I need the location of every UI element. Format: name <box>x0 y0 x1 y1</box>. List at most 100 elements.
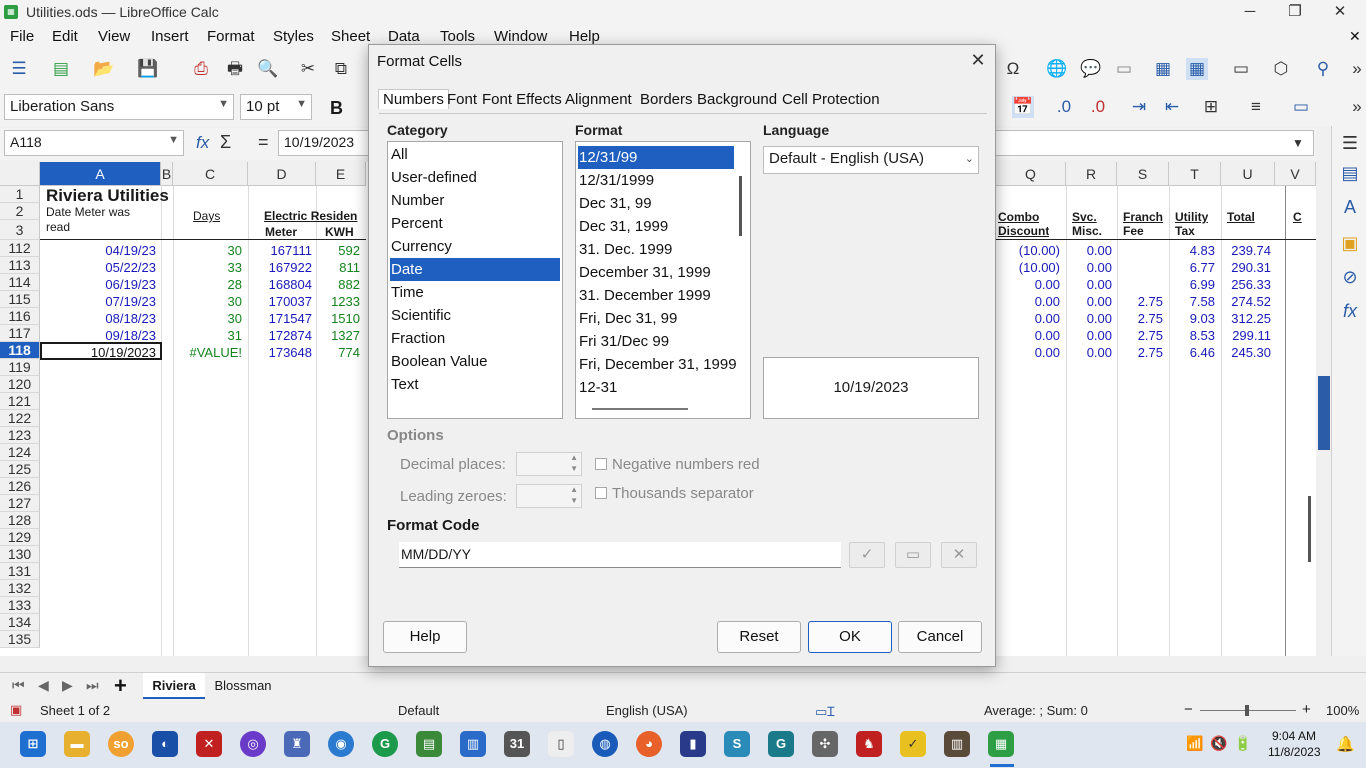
sidebar-toggle-icon[interactable]: ☰ <box>8 58 30 80</box>
cell-a[interactable]: 08/18/23 <box>46 310 156 327</box>
thousands-separator-checkbox[interactable] <box>595 487 607 499</box>
row-header[interactable]: 125 <box>0 461 40 478</box>
decimal-places-spinner[interactable]: ▲ ▼ <box>516 452 582 476</box>
row-header[interactable]: 112 <box>0 240 40 257</box>
sidebar-collapse-handle[interactable] <box>1318 376 1330 450</box>
menu-sheet[interactable]: Sheet <box>331 28 370 45</box>
zoom-slider-thumb[interactable] <box>1245 705 1249 716</box>
cell-d[interactable]: 167111 <box>250 242 312 259</box>
cell-q[interactable]: 0.00 <box>998 327 1060 344</box>
export-pdf-icon[interactable]: ⎙ <box>190 58 212 80</box>
app-dragon-icon[interactable]: ♞ <box>856 731 882 757</box>
cell-a[interactable]: 06/19/23 <box>46 276 156 293</box>
help-button[interactable]: Help <box>383 621 467 653</box>
cell-a[interactable]: 05/22/23 <box>46 259 156 276</box>
wifi-icon[interactable]: 📶 <box>1186 735 1203 752</box>
tab-riviera[interactable]: Riviera <box>143 673 205 699</box>
volume-muted-icon[interactable]: 🔇 <box>1210 735 1227 752</box>
format-item[interactable]: Dec 31, 99 <box>578 192 738 215</box>
cell-c[interactable]: 33 <box>176 259 242 276</box>
show-draw-functions-icon[interactable]: ⬡ <box>1270 58 1292 80</box>
cell-r[interactable]: 0.00 <box>1068 259 1112 276</box>
category-item[interactable]: All <box>390 143 560 166</box>
row-header[interactable]: 127 <box>0 495 40 512</box>
border-color-icon[interactable]: ▭ <box>1290 96 1312 118</box>
cell-q[interactable]: 0.00 <box>998 344 1060 361</box>
category-item[interactable]: Percent <box>390 212 560 235</box>
column-header-q[interactable]: Q <box>996 162 1066 186</box>
row-header[interactable]: 116 <box>0 308 40 325</box>
app-teams-icon[interactable]: G <box>768 731 794 757</box>
category-item[interactable]: Text <box>390 373 560 396</box>
open-folder-icon[interactable]: 📂 <box>93 58 115 80</box>
app-badge-icon[interactable]: ♜ <box>284 731 310 757</box>
format-item[interactable]: Dec 31, 1999 <box>578 215 738 238</box>
row-header[interactable]: 124 <box>0 444 40 461</box>
app-book-icon[interactable]: ▮ <box>680 731 706 757</box>
name-box[interactable]: A118 ▼ <box>4 130 184 156</box>
row-header[interactable]: 129 <box>0 529 40 546</box>
row-header[interactable]: 128 <box>0 512 40 529</box>
menu-window[interactable]: Window <box>494 28 547 45</box>
cell-t[interactable]: 8.53 <box>1171 327 1215 344</box>
column-header-b[interactable]: B <box>161 162 173 186</box>
tab-alignment[interactable]: Alignment <box>565 91 632 108</box>
tab-background[interactable]: Background <box>697 91 777 108</box>
menu-view[interactable]: View <box>98 28 130 45</box>
menu-tools[interactable]: Tools <box>440 28 475 45</box>
cell-q[interactable]: 0.00 <box>998 276 1060 293</box>
row-header[interactable]: 117 <box>0 325 40 342</box>
app-purple-icon[interactable]: ◎ <box>240 731 266 757</box>
dialog-close-button[interactable]: ✕ <box>967 49 989 71</box>
column-header-d[interactable]: D <box>248 162 316 186</box>
selection-mode-icon[interactable]: ▭Ɪ <box>815 702 835 720</box>
cell-e[interactable]: 811 <box>318 259 360 276</box>
cell-s[interactable] <box>1119 259 1163 276</box>
cell-s[interactable]: 2.75 <box>1119 327 1163 344</box>
app-rings-icon[interactable]: ◐ <box>152 731 178 757</box>
tab-font-effects[interactable]: Font Effects <box>482 91 562 108</box>
cell-s[interactable] <box>1119 242 1163 259</box>
cell-d[interactable]: 172874 <box>250 327 312 344</box>
cell-e[interactable]: 882 <box>318 276 360 293</box>
column-header-v[interactable]: V <box>1275 162 1316 186</box>
libreoffice-calc-taskbar-icon[interactable]: ▦ <box>988 731 1014 757</box>
spinner-up-icon[interactable]: ▲ <box>570 485 578 494</box>
bold-button[interactable]: B <box>330 98 343 119</box>
format-list-hscrollbar-thumb[interactable] <box>592 408 688 410</box>
border-style-icon[interactable]: ≡ <box>1245 96 1267 118</box>
cell-t[interactable]: 7.58 <box>1171 293 1215 310</box>
cell-d[interactable]: 171547 <box>250 310 312 327</box>
format-item[interactable]: Fri, Dec 31, 99 <box>578 307 738 330</box>
cell-u[interactable]: 312.25 <box>1223 310 1271 327</box>
add-decimal-icon[interactable]: .0 <box>1053 96 1075 118</box>
tab-numbers[interactable]: Numbers <box>378 89 449 109</box>
next-sheet-icon[interactable]: ▶ <box>62 677 73 694</box>
first-sheet-icon[interactable]: ⏮ <box>12 677 25 694</box>
tab-blossman[interactable]: Blossman <box>210 673 276 699</box>
expand-formula-icon[interactable]: ▼ <box>1292 136 1304 150</box>
cell-a[interactable]: 04/19/23 <box>46 242 156 259</box>
cell-s[interactable]: 2.75 <box>1119 293 1163 310</box>
format-item[interactable]: December 31, 1999 <box>578 261 738 284</box>
cell-t[interactable]: 6.46 <box>1171 344 1215 361</box>
toolbar-overflow-icon[interactable]: » <box>1346 96 1366 118</box>
format-list-scrollbar-thumb[interactable] <box>739 176 742 236</box>
calendar-icon[interactable]: 31 <box>504 731 530 757</box>
category-item[interactable]: Fraction <box>390 327 560 350</box>
previous-sheet-icon[interactable]: ◀ <box>38 677 49 694</box>
close-document-icon[interactable]: ✕ <box>1349 28 1361 45</box>
select-all-corner[interactable] <box>0 162 40 186</box>
function-wizard-icon[interactable]: fx <box>196 133 209 153</box>
menu-file[interactable]: File <box>10 28 34 45</box>
styles-icon[interactable]: A <box>1339 196 1361 218</box>
spinner-down-icon[interactable]: ▼ <box>570 496 578 505</box>
zoom-out-icon[interactable]: − <box>1184 701 1193 718</box>
cell-c[interactable]: 28 <box>176 276 242 293</box>
cell-t[interactable]: 4.83 <box>1171 242 1215 259</box>
cell-s[interactable] <box>1119 276 1163 293</box>
app-s-icon[interactable]: S <box>724 731 750 757</box>
save-icon[interactable]: 💾 <box>137 58 159 80</box>
menu-insert[interactable]: Insert <box>151 28 189 45</box>
app-notes-icon[interactable]: ▥ <box>460 731 486 757</box>
